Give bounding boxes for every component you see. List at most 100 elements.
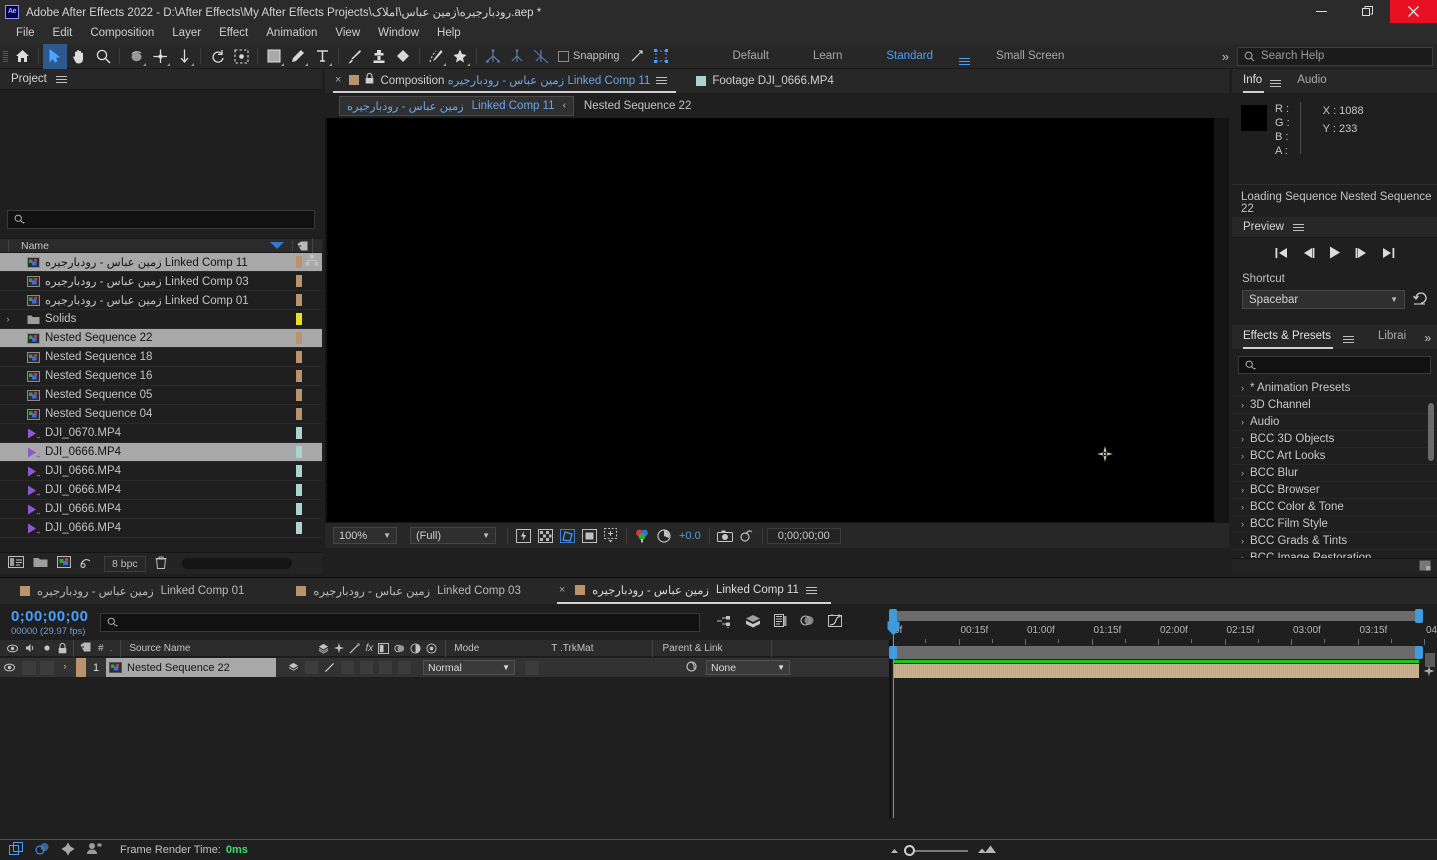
- channel-selector-icon[interactable]: [631, 523, 653, 549]
- render-queue-icon[interactable]: [86, 842, 102, 858]
- previous-frame-button[interactable]: [1302, 247, 1315, 262]
- preview-panel-menu-icon[interactable]: [1292, 223, 1304, 231]
- tab-libraries[interactable]: Librai: [1378, 325, 1406, 349]
- hide-shy-layers-icon[interactable]: [774, 613, 787, 631]
- workspace-menu-icon[interactable]: [955, 48, 974, 65]
- composition-stage[interactable]: 100% ▼ (Full) ▼ +0.0 0;00;00;00: [325, 118, 1229, 548]
- timeline-search-input[interactable]: [100, 612, 701, 632]
- menu-animation[interactable]: Animation: [257, 23, 326, 44]
- project-item-row[interactable]: DJI_0666.MP4: [0, 443, 322, 462]
- zoom-in-icon[interactable]: [977, 845, 997, 857]
- work-area-end-handle[interactable]: [1415, 609, 1423, 623]
- snapping-toggle[interactable]: Snapping: [553, 50, 625, 62]
- project-item-row[interactable]: Nested Sequence 18: [0, 348, 322, 367]
- close-tab-icon[interactable]: ×: [559, 584, 565, 596]
- effects-panel-menu-icon[interactable]: [1343, 336, 1354, 343]
- close-tab-icon[interactable]: ×: [335, 74, 341, 86]
- magnification-select[interactable]: 100% ▼: [333, 527, 397, 544]
- chevron-right-icon[interactable]: ›: [1241, 468, 1244, 478]
- brush-tool-icon[interactable]: [343, 44, 367, 69]
- graph-editor-icon[interactable]: [828, 613, 843, 631]
- project-item-row[interactable]: زمین عباس - رودبارجیره Linked Comp 01: [0, 291, 322, 310]
- project-item-label-color[interactable]: [296, 484, 302, 496]
- region-of-interest-viewer-icon[interactable]: [578, 523, 600, 549]
- project-item-label-color[interactable]: [296, 408, 302, 420]
- layer-bar-end-icon[interactable]: [1423, 665, 1435, 680]
- composition-mini-flowchart-icon[interactable]: [716, 614, 732, 631]
- project-footer-scroll[interactable]: [181, 558, 292, 569]
- effects-search-input[interactable]: [1238, 356, 1431, 374]
- project-settings-icon[interactable]: [80, 556, 95, 571]
- breadcrumb-nested-sequence-22[interactable]: Nested Sequence 22: [584, 100, 691, 112]
- label-header-icon[interactable]: [80, 642, 91, 655]
- first-frame-button[interactable]: [1275, 247, 1288, 262]
- menu-edit[interactable]: Edit: [44, 23, 82, 44]
- toggle-switches-icon[interactable]: [35, 842, 50, 859]
- parent-pickwhip-icon[interactable]: [685, 660, 698, 676]
- effects-category-row[interactable]: › BCC Film Style: [1232, 516, 1437, 533]
- motion-path-icon[interactable]: [61, 842, 75, 859]
- project-item-label-color[interactable]: [296, 256, 302, 268]
- project-item-label-color[interactable]: [296, 389, 302, 401]
- new-composition-icon[interactable]: [57, 556, 71, 571]
- composition-tab-menu-icon[interactable]: [656, 76, 668, 84]
- delete-icon[interactable]: [155, 556, 167, 572]
- new-comp-icon[interactable]: [8, 556, 24, 571]
- composition-duration-bar[interactable]: [891, 646, 1421, 659]
- layer-twirl-icon[interactable]: ›: [58, 661, 72, 675]
- align-left-3d-icon[interactable]: [481, 44, 505, 69]
- timeline-current-time[interactable]: 0;00;00;00 00000 (29.97 fps): [0, 608, 88, 637]
- close-button[interactable]: [1390, 0, 1437, 23]
- take-snapshot-icon[interactable]: [714, 523, 736, 549]
- timeline-tab-linked-comp-01[interactable]: زمین عباس - رودبارجیره Linked Comp 01: [18, 578, 258, 604]
- menu-help[interactable]: Help: [428, 23, 470, 44]
- project-item-row[interactable]: DJI_0670.MP4: [0, 424, 322, 443]
- project-item-label-color[interactable]: [296, 522, 302, 534]
- effects-category-row[interactable]: › BCC Color & Tone: [1232, 499, 1437, 516]
- effects-category-row[interactable]: › BCC Art Looks: [1232, 448, 1437, 465]
- align-center-3d-icon[interactable]: [505, 44, 529, 69]
- chevron-right-icon[interactable]: ›: [1241, 536, 1244, 546]
- playhead-marker[interactable]: [887, 621, 900, 636]
- work-area-bar[interactable]: [891, 611, 1421, 621]
- next-frame-button[interactable]: [1355, 247, 1368, 262]
- search-help-input[interactable]: Search Help: [1237, 46, 1433, 66]
- maximize-button[interactable]: [1344, 0, 1390, 23]
- playhead-line[interactable]: [893, 621, 894, 818]
- chevron-right-icon[interactable]: ›: [1241, 485, 1244, 495]
- roto-brush-tool-icon[interactable]: [424, 44, 448, 69]
- workspace-overflow-icon[interactable]: »: [1222, 49, 1237, 64]
- column-name-label[interactable]: Name: [8, 239, 270, 252]
- index-header[interactable]: #: [98, 643, 104, 654]
- timeline-tab-linked-comp-11[interactable]: × زمین عباس - رودبارجیره Linked Comp 11: [556, 578, 831, 604]
- project-item-row[interactable]: DJI_0666.MP4: [0, 519, 322, 538]
- effects-category-row[interactable]: › * Animation Presets: [1232, 380, 1437, 397]
- enable-frame-blending-icon[interactable]: [800, 614, 815, 630]
- menu-view[interactable]: View: [326, 23, 369, 44]
- project-item-row[interactable]: › Solids: [0, 310, 322, 329]
- minimize-button[interactable]: [1298, 0, 1344, 23]
- label-column-icon[interactable]: [292, 240, 312, 251]
- project-item-row[interactable]: Nested Sequence 05: [0, 386, 322, 405]
- orbit-tool-icon[interactable]: [124, 44, 148, 69]
- bit-depth-button[interactable]: 8 bpc: [104, 555, 146, 572]
- show-snapshot-icon[interactable]: [736, 523, 758, 549]
- project-item-label-color[interactable]: [296, 427, 302, 439]
- layer-switches[interactable]: [288, 661, 411, 674]
- effects-category-row[interactable]: › BCC Blur: [1232, 465, 1437, 482]
- layer-source-name-cell[interactable]: Nested Sequence 22: [106, 658, 276, 677]
- timeline-panel-menu-icon[interactable]: [805, 586, 817, 594]
- effects-category-row[interactable]: › BCC Grads & Tints: [1232, 533, 1437, 550]
- layer-label-color[interactable]: [76, 658, 86, 677]
- rotation-tool-icon[interactable]: [205, 44, 229, 69]
- tab-audio[interactable]: Audio: [1297, 69, 1326, 93]
- project-panel-menu-icon[interactable]: [55, 75, 67, 83]
- project-item-row[interactable]: Nested Sequence 16: [0, 367, 322, 386]
- shape-tool-icon[interactable]: [262, 44, 286, 69]
- last-frame-button[interactable]: [1382, 247, 1395, 262]
- footage-tab-dji-0666[interactable]: Footage DJI_0666.MP4: [694, 69, 842, 93]
- zoom-slider[interactable]: [904, 845, 968, 856]
- lock-icon[interactable]: [365, 72, 374, 87]
- viewer-timecode[interactable]: 0;00;00;00: [766, 527, 841, 544]
- align-right-3d-icon[interactable]: [529, 44, 553, 69]
